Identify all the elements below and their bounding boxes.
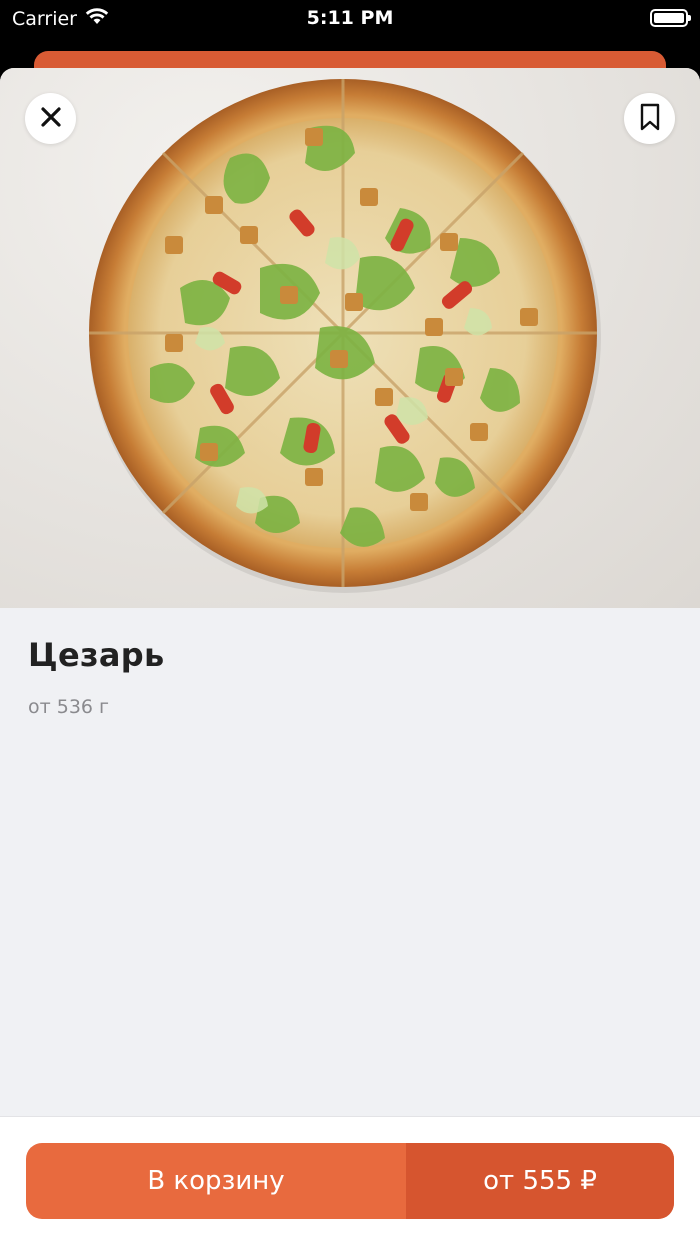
add-to-cart-label: В корзину <box>147 1166 285 1196</box>
status-time: 5:11 PM <box>306 7 394 29</box>
close-button[interactable] <box>25 93 76 144</box>
product-info: Цезарь от 536 г <box>28 636 668 718</box>
bookmark-button[interactable] <box>624 93 675 144</box>
product-screen: Carrier 5:11 PM Цезарь от 536 г В корзин… <box>0 0 700 1244</box>
status-bar: Carrier 5:11 PM <box>0 0 700 36</box>
bottom-bar: В корзину от 555 ₽ <box>0 1116 700 1244</box>
product-weight: от 536 г <box>28 696 110 718</box>
battery-icon <box>650 9 691 27</box>
close-icon <box>40 106 62 132</box>
bookmark-icon <box>640 103 660 135</box>
pizza-photo <box>0 68 700 608</box>
price-label: от 555 ₽ <box>406 1143 674 1219</box>
add-to-cart-button[interactable]: В корзину от 555 ₽ <box>26 1143 674 1219</box>
product-card: Цезарь от 536 г <box>0 68 700 1244</box>
product-title: Цезарь <box>28 636 165 674</box>
